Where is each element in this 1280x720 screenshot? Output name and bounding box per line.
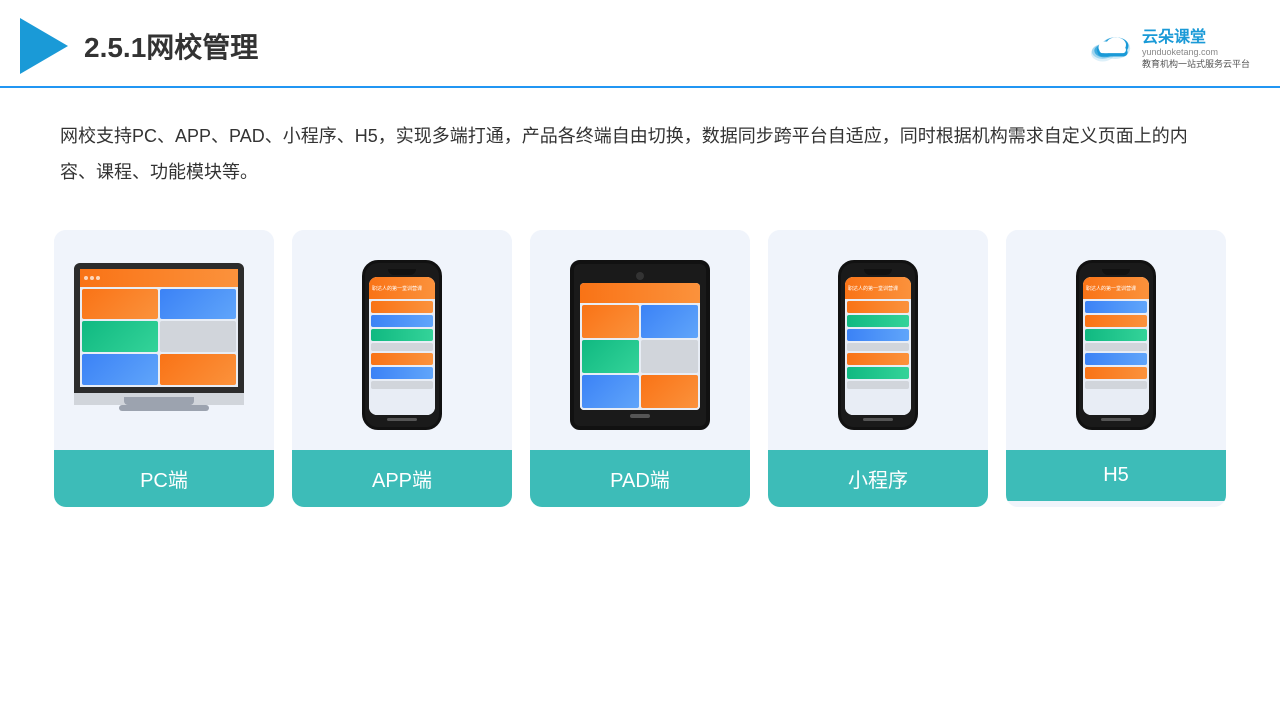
card-image-miniprogram: 职达人的第一堂训营课	[768, 230, 988, 450]
card-label-pad: PAD端	[530, 450, 750, 507]
h5-device-icon: 职达人的第一堂训营课	[1076, 260, 1156, 430]
card-label-miniprogram: 小程序	[768, 450, 988, 507]
card-pc: PC端	[54, 230, 274, 507]
card-pad: PAD端	[530, 230, 750, 507]
tablet-device-icon	[570, 260, 710, 430]
miniprogram-device-icon: 职达人的第一堂训营课	[838, 260, 918, 430]
pc-device-icon	[74, 263, 254, 428]
card-miniprogram: 职达人的第一堂训营课 小程序	[768, 230, 988, 507]
card-label-h5: H5	[1006, 450, 1226, 501]
header-left: 2.5.1网校管理	[20, 18, 258, 74]
card-image-h5: 职达人的第一堂训营课	[1006, 230, 1226, 450]
card-image-pc	[54, 230, 274, 450]
card-image-app: 职达人的第一堂训营课	[292, 230, 512, 450]
page-title: 2.5.1网校管理	[84, 26, 258, 66]
description-text: 网校支持PC、APP、PAD、小程序、H5，实现多端打通，产品各终端自由切换，数…	[0, 88, 1280, 200]
monitor-screen	[74, 263, 244, 393]
card-label-pc: PC端	[54, 450, 274, 507]
brand-logo: 云朵课堂 yunduoketang.com 教育机构一站式服务云平台	[1086, 23, 1250, 70]
header: 2.5.1网校管理 云朵课堂 yunduoketang.com 教育机构	[0, 0, 1280, 88]
brand-slogan: 教育机构一站式服务云平台	[1142, 57, 1250, 70]
header-right: 云朵课堂 yunduoketang.com 教育机构一站式服务云平台	[1086, 23, 1250, 70]
card-h5: 职达人的第一堂训营课 H5	[1006, 230, 1226, 507]
card-app: 职达人的第一堂训营课 APP端	[292, 230, 512, 507]
phone-device-icon: 职达人的第一堂训营课	[362, 260, 442, 430]
cards-container: PC端 职达人的第一堂训营课	[0, 210, 1280, 527]
card-image-pad	[530, 230, 750, 450]
brand-name: 云朵课堂	[1142, 23, 1250, 47]
brand-info: 云朵课堂 yunduoketang.com 教育机构一站式服务云平台	[1142, 23, 1250, 70]
card-label-app: APP端	[292, 450, 512, 507]
cloud-icon	[1086, 29, 1136, 64]
logo-triangle-icon	[20, 18, 68, 74]
brand-url: yunduoketang.com	[1142, 47, 1250, 57]
